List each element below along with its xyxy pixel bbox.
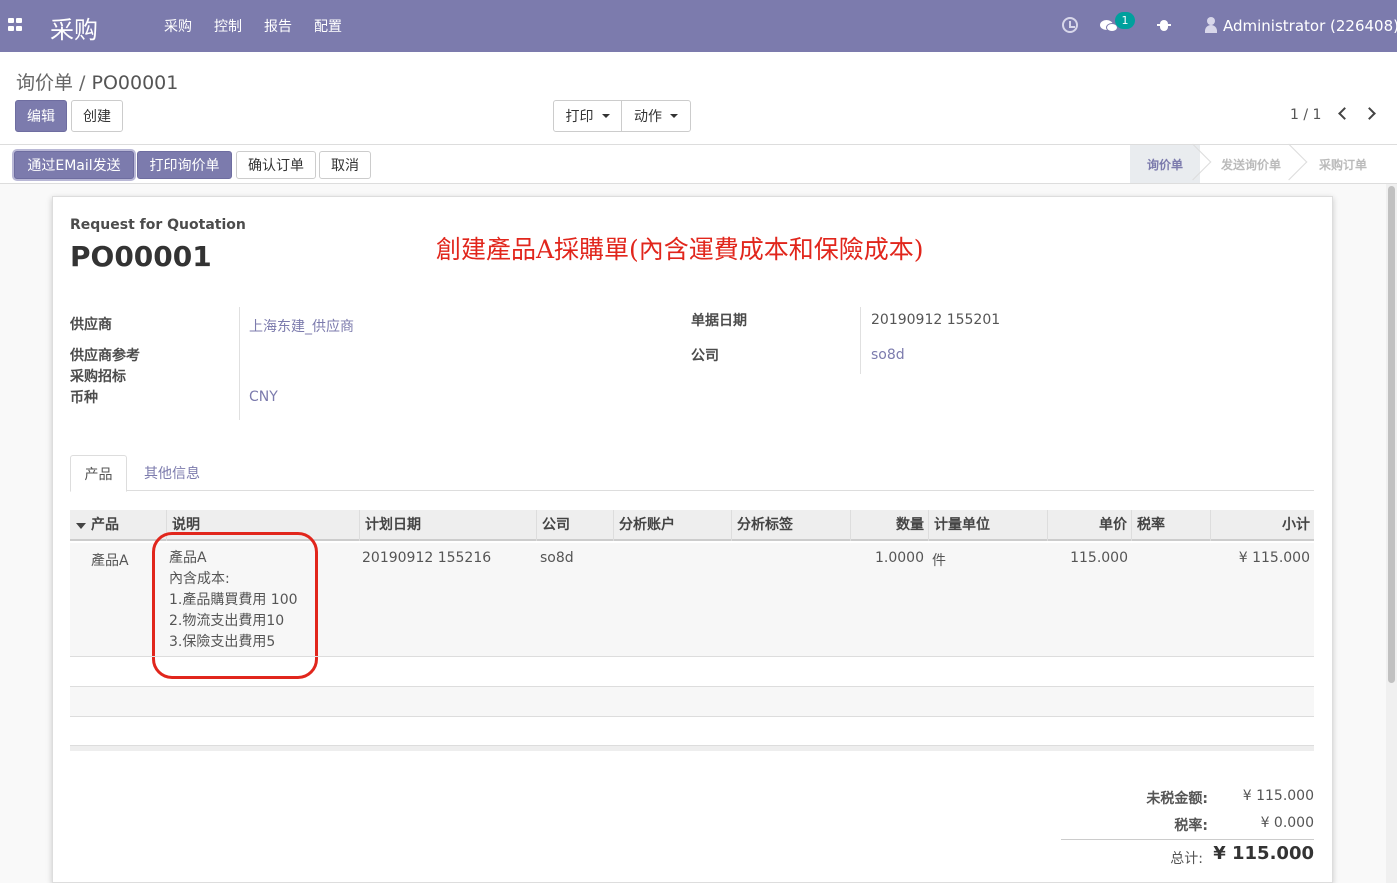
field-divider	[860, 307, 861, 374]
tax-value: ¥ 0.000	[1260, 815, 1314, 831]
annotation-title: 創建產品A採購單(內含運費成本和保險成本)	[436, 235, 924, 264]
field-divider	[239, 307, 240, 420]
debug-bug-icon[interactable]	[1157, 18, 1171, 32]
user-menu[interactable]: Administrator (226408)	[1223, 17, 1397, 35]
tab-products[interactable]: 产品	[70, 455, 127, 492]
untaxed-amount-value: ¥ 115.000	[1242, 788, 1314, 804]
col-company[interactable]: 公司	[536, 510, 613, 541]
action-dropdown[interactable]: 动作	[621, 100, 691, 132]
row-company[interactable]: so8d	[540, 550, 574, 566]
col-quantity[interactable]: 数量	[850, 510, 928, 541]
total-value: ¥ 115.000	[1213, 843, 1314, 864]
tax-label: 税率:	[1174, 818, 1208, 834]
totals-divider	[1061, 839, 1314, 840]
col-taxes[interactable]: 税率	[1131, 510, 1210, 541]
vendor-field[interactable]: 上海东建_供应商	[249, 316, 354, 336]
top-menu: 采购 控制 报告 配置	[164, 16, 364, 36]
menu-reports[interactable]: 报告	[264, 16, 292, 36]
print-dropdown[interactable]: 打印	[553, 100, 622, 132]
chat-badge: 1	[1115, 12, 1135, 29]
col-uom[interactable]: 计量单位	[928, 510, 1047, 541]
confirm-order-button[interactable]: 确认订单	[236, 151, 316, 179]
col-analytic-account[interactable]: 分析账户	[613, 510, 731, 541]
vendor-reference-label: 供应商参考	[70, 348, 140, 364]
stage-purchase-order: 采购订单	[1318, 157, 1367, 172]
document-number: PO00001	[70, 240, 212, 273]
row-subtotal: ¥ 115.000	[1238, 550, 1310, 566]
company-label: 公司	[691, 348, 719, 364]
apps-grid-icon[interactable]	[8, 18, 23, 31]
row-uom[interactable]: 件	[932, 550, 946, 570]
cancel-button[interactable]: 取消	[319, 151, 371, 179]
caret-down-icon	[601, 114, 610, 118]
create-button[interactable]: 创建	[71, 100, 123, 132]
print-label: 打印	[565, 109, 594, 125]
order-date-field[interactable]: 20190912 155201	[871, 312, 1000, 328]
row-quantity[interactable]: 1.0000	[860, 550, 924, 566]
user-avatar-icon[interactable]	[1205, 17, 1217, 33]
row-divider	[70, 656, 1314, 657]
sort-caret-icon[interactable]	[76, 523, 86, 529]
edit-button[interactable]: 编辑	[15, 100, 67, 132]
empty-row	[70, 687, 1314, 716]
col-product[interactable]: 产品	[86, 510, 166, 541]
table-footer	[70, 745, 1314, 751]
breadcrumb: 询价单 / PO00001	[16, 68, 178, 95]
row-scheduled-date[interactable]: 20190912 155216	[362, 550, 491, 566]
caret-down-icon	[670, 114, 678, 118]
currency-field[interactable]: CNY	[249, 389, 278, 405]
statusbar: 通过EMail发送 打印询价单 确认订单 取消 询价单 发送询价单 采购订单	[0, 143, 1397, 184]
print-rfq-button[interactable]: 打印询价单	[137, 151, 232, 179]
col-analytic-tags[interactable]: 分析标签	[731, 510, 850, 541]
order-date-label: 单据日期	[691, 313, 747, 329]
menu-control[interactable]: 控制	[214, 16, 242, 36]
row-divider	[70, 716, 1314, 717]
row-unit-price[interactable]: 115.000	[1050, 550, 1128, 566]
top-navbar: 采购 采购 控制 报告 配置 1 Administrator (226408)	[0, 0, 1397, 52]
menu-config[interactable]: 配置	[314, 16, 342, 36]
menu-purchase[interactable]: 采购	[164, 16, 192, 36]
breadcrumb-current: PO00001	[91, 72, 179, 94]
tender-label: 采购招标	[70, 369, 126, 385]
tab-other-info[interactable]: 其他信息	[132, 455, 212, 491]
notebook-tabs: 产品 其他信息	[70, 455, 1314, 492]
col-unit-price[interactable]: 单价	[1047, 510, 1131, 541]
row-product[interactable]: 產品A	[91, 550, 129, 570]
scrollbar-thumb[interactable]	[1388, 186, 1395, 683]
send-email-button[interactable]: 通过EMail发送	[14, 151, 134, 179]
col-scheduled-date[interactable]: 计划日期	[359, 510, 536, 541]
breadcrumb-separator: /	[73, 72, 92, 94]
pager-next-icon[interactable]	[1363, 107, 1376, 120]
breadcrumb-parent[interactable]: 询价单	[16, 72, 73, 94]
pager-previous-icon[interactable]	[1338, 107, 1351, 120]
untaxed-amount-label: 未税金额:	[1146, 791, 1208, 807]
app-brand: 采购	[50, 16, 98, 44]
pager-value[interactable]: 1 / 1	[1290, 107, 1321, 123]
document-type-label: Request for Quotation	[70, 217, 246, 233]
company-field[interactable]: so8d	[871, 347, 905, 363]
activity-clock-icon[interactable]	[1062, 17, 1078, 33]
total-label: 总计:	[1170, 851, 1203, 867]
currency-label: 币种	[70, 390, 98, 406]
action-label: 动作	[634, 109, 662, 125]
col-subtotal[interactable]: 小计	[1210, 510, 1314, 541]
vendor-label: 供应商	[70, 317, 112, 333]
